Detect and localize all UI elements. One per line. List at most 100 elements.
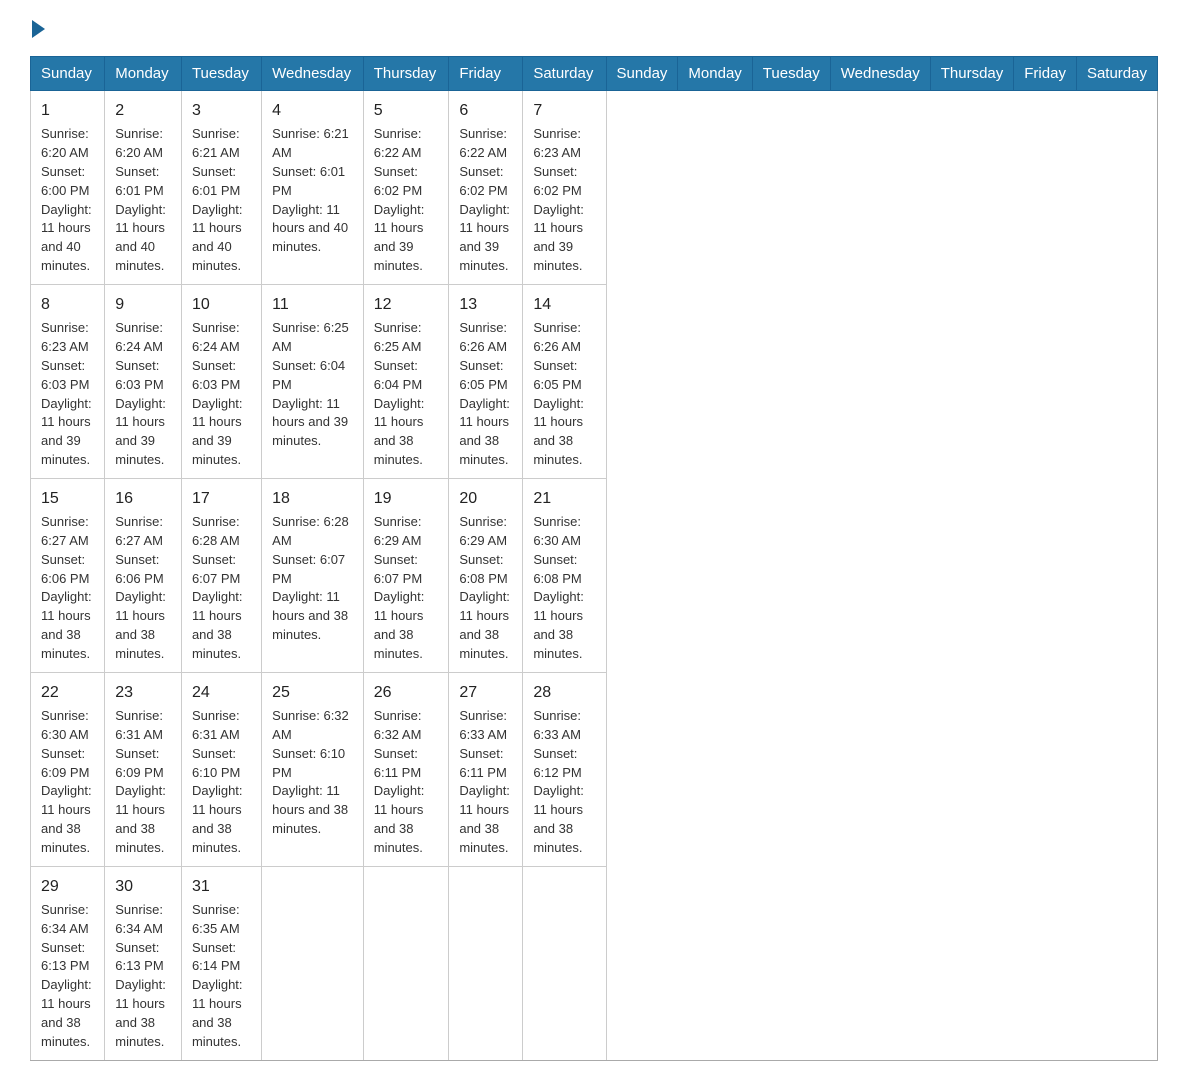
calendar-day-6: 6Sunrise: 6:22 AMSunset: 6:02 PMDaylight… [449,91,523,285]
day-info: Sunrise: 6:28 AMSunset: 6:07 PMDaylight:… [272,514,349,642]
calendar-day-15: 15 Sunrise: 6:27 AMSunset: 6:06 PMDayligh… [31,478,105,672]
day-number: 16 [115,487,171,510]
day-number: 22 [41,681,94,704]
calendar-day-2: 2 Sunrise: 6:20 AMSunset: 6:01 PMDaylight… [105,91,182,285]
calendar-day-1: 1 Sunrise: 6:20 AMSunset: 6:00 PMDaylight… [31,91,105,285]
calendar-day-5: 5 Sunrise: 6:22 AMSunset: 6:02 PMDaylight… [363,91,449,285]
day-number: 24 [192,681,251,704]
logo-block [30,20,45,38]
calendar-day-10: 10 Sunrise: 6:24 AMSunset: 6:03 PMDayligh… [181,284,261,478]
calendar-day-9: 9Sunrise: 6:24 AMSunset: 6:03 PMDaylight… [105,284,182,478]
calendar-day-8: 8 Sunrise: 6:23 AMSunset: 6:03 PMDaylight… [31,284,105,478]
day-number: 2 [115,99,171,122]
calendar-day-26: 26Sunrise: 6:32 AMSunset: 6:11 PMDayligh… [363,672,449,866]
day-info: Sunrise: 6:35 AMSunset: 6:14 PMDaylight:… [192,902,243,1049]
column-header-monday: Monday [678,57,752,91]
day-number: 3 [192,99,251,122]
calendar-week-1: 1 Sunrise: 6:20 AMSunset: 6:00 PMDaylight… [31,91,1158,285]
day-info: Sunrise: 6:34 AMSunset: 6:13 PMDaylight:… [115,902,166,1049]
column-header-sunday: Sunday [31,57,105,91]
calendar-day-4: 4 Sunrise: 6:21 AMSunset: 6:01 PMDaylight… [262,91,364,285]
calendar-day-22: 22 Sunrise: 6:30 AMSunset: 6:09 PMDayligh… [31,672,105,866]
page-header [30,20,1158,38]
day-number: 11 [272,293,353,316]
day-number: 13 [459,293,512,316]
day-number: 4 [272,99,353,122]
day-number: 29 [41,875,94,898]
day-number: 10 [192,293,251,316]
logo-blue-part [32,20,45,38]
calendar-week-4: 22 Sunrise: 6:30 AMSunset: 6:09 PMDayligh… [31,672,1158,866]
day-number: 14 [533,293,595,316]
day-number: 25 [272,681,353,704]
column-header-thursday: Thursday [930,57,1014,91]
calendar-day-30: 30Sunrise: 6:34 AMSunset: 6:13 PMDayligh… [105,866,182,1060]
day-info: Sunrise: 6:25 AMSunset: 6:04 PMDaylight:… [272,320,349,448]
day-info: Sunrise: 6:20 AMSunset: 6:01 PMDaylight:… [115,126,166,273]
day-info: Sunrise: 6:25 AMSunset: 6:04 PMDaylight:… [374,320,425,467]
calendar-day-13: 13 Sunrise: 6:26 AMSunset: 6:05 PMDayligh… [449,284,523,478]
day-info: Sunrise: 6:26 AMSunset: 6:05 PMDaylight:… [533,320,584,467]
calendar-day-19: 19 Sunrise: 6:29 AMSunset: 6:07 PMDayligh… [363,478,449,672]
day-number: 15 [41,487,94,510]
day-info: Sunrise: 6:33 AMSunset: 6:12 PMDaylight:… [533,708,584,855]
day-number: 19 [374,487,439,510]
calendar-day-3: 3 Sunrise: 6:21 AMSunset: 6:01 PMDaylight… [181,91,261,285]
day-info: Sunrise: 6:28 AMSunset: 6:07 PMDaylight:… [192,514,243,661]
day-number: 23 [115,681,171,704]
calendar-day-23: 23Sunrise: 6:31 AMSunset: 6:09 PMDayligh… [105,672,182,866]
day-info: Sunrise: 6:34 AMSunset: 6:13 PMDaylight:… [41,902,92,1049]
empty-day [523,866,606,1060]
day-info: Sunrise: 6:21 AMSunset: 6:01 PMDaylight:… [192,126,243,273]
day-info: Sunrise: 6:22 AMSunset: 6:02 PMDaylight:… [374,126,425,273]
column-header-tuesday: Tuesday [752,57,830,91]
day-info: Sunrise: 6:22 AMSunset: 6:02 PMDaylight:… [459,126,510,273]
day-number: 8 [41,293,94,316]
day-info: Sunrise: 6:27 AMSunset: 6:06 PMDaylight:… [41,514,92,661]
column-header-monday: Monday [105,57,182,91]
calendar-day-7: 7Sunrise: 6:23 AMSunset: 6:02 PMDaylight… [523,91,606,285]
day-number: 7 [533,99,595,122]
empty-day [262,866,364,1060]
calendar-day-21: 21Sunrise: 6:30 AMSunset: 6:08 PMDayligh… [523,478,606,672]
calendar-day-20: 20Sunrise: 6:29 AMSunset: 6:08 PMDayligh… [449,478,523,672]
logo-arrow-icon [32,20,45,38]
column-header-sunday: Sunday [606,57,678,91]
calendar-day-14: 14 Sunrise: 6:26 AMSunset: 6:05 PMDayligh… [523,284,606,478]
calendar-week-2: 8 Sunrise: 6:23 AMSunset: 6:03 PMDaylight… [31,284,1158,478]
calendar-day-17: 17 Sunrise: 6:28 AMSunset: 6:07 PMDayligh… [181,478,261,672]
day-info: Sunrise: 6:24 AMSunset: 6:03 PMDaylight:… [192,320,243,467]
day-number: 26 [374,681,439,704]
day-info: Sunrise: 6:23 AMSunset: 6:03 PMDaylight:… [41,320,92,467]
calendar-day-31: 31 Sunrise: 6:35 AMSunset: 6:14 PMDayligh… [181,866,261,1060]
calendar-table: SundayMondayTuesdayWednesdayThursdayFrid… [30,56,1158,1061]
day-number: 27 [459,681,512,704]
logo [30,20,45,38]
calendar-day-28: 28 Sunrise: 6:33 AMSunset: 6:12 PMDayligh… [523,672,606,866]
day-info: Sunrise: 6:26 AMSunset: 6:05 PMDaylight:… [459,320,510,467]
day-number: 5 [374,99,439,122]
calendar-week-5: 29 Sunrise: 6:34 AMSunset: 6:13 PMDayligh… [31,866,1158,1060]
column-header-wednesday: Wednesday [262,57,364,91]
day-number: 1 [41,99,94,122]
calendar-day-29: 29 Sunrise: 6:34 AMSunset: 6:13 PMDayligh… [31,866,105,1060]
day-info: Sunrise: 6:31 AMSunset: 6:10 PMDaylight:… [192,708,243,855]
calendar-day-16: 16Sunrise: 6:27 AMSunset: 6:06 PMDayligh… [105,478,182,672]
day-info: Sunrise: 6:33 AMSunset: 6:11 PMDaylight:… [459,708,510,855]
calendar-header-row: SundayMondayTuesdayWednesdayThursdayFrid… [31,57,1158,91]
day-info: Sunrise: 6:29 AMSunset: 6:07 PMDaylight:… [374,514,425,661]
calendar-day-11: 11 Sunrise: 6:25 AMSunset: 6:04 PMDayligh… [262,284,364,478]
day-number: 18 [272,487,353,510]
day-info: Sunrise: 6:30 AMSunset: 6:09 PMDaylight:… [41,708,92,855]
day-number: 21 [533,487,595,510]
day-info: Sunrise: 6:29 AMSunset: 6:08 PMDaylight:… [459,514,510,661]
day-number: 28 [533,681,595,704]
day-number: 9 [115,293,171,316]
calendar-day-27: 27 Sunrise: 6:33 AMSunset: 6:11 PMDayligh… [449,672,523,866]
day-number: 31 [192,875,251,898]
day-number: 17 [192,487,251,510]
calendar-week-3: 15 Sunrise: 6:27 AMSunset: 6:06 PMDayligh… [31,478,1158,672]
day-info: Sunrise: 6:21 AMSunset: 6:01 PMDaylight:… [272,126,349,254]
day-info: Sunrise: 6:20 AMSunset: 6:00 PMDaylight:… [41,126,92,273]
column-header-friday: Friday [449,57,523,91]
